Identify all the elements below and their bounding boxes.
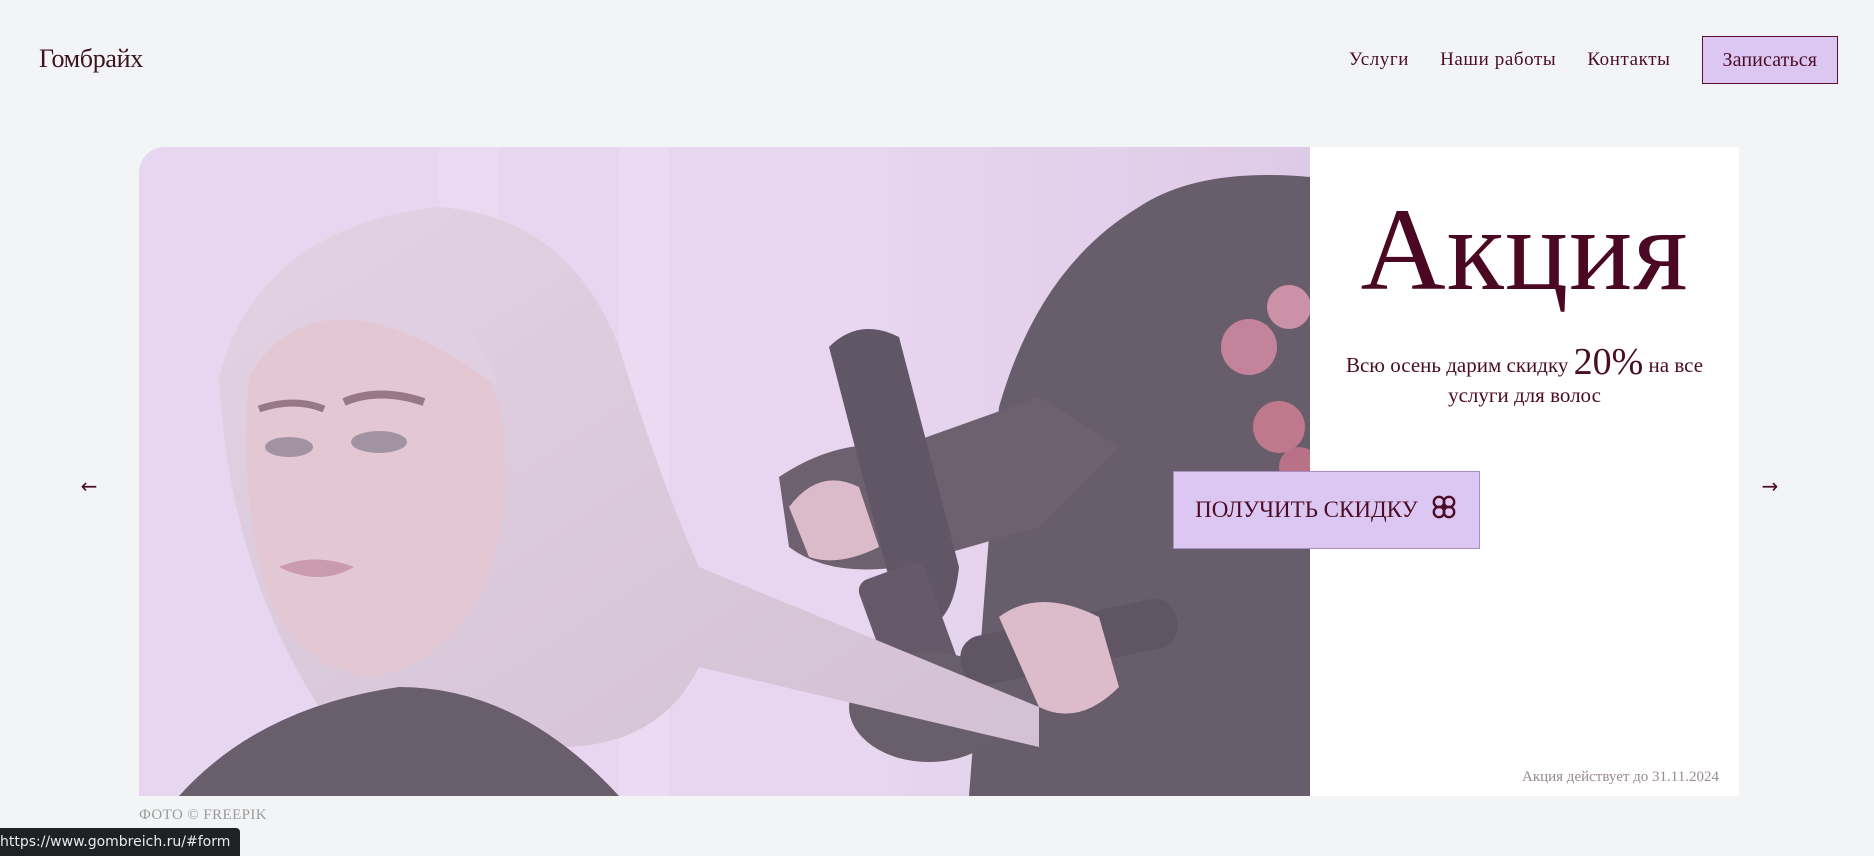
arrow-right-icon[interactable]: → xyxy=(1755,471,1785,501)
arrow-left-icon[interactable]: ← xyxy=(74,471,104,501)
promo-title: Акция xyxy=(1360,184,1689,315)
promo-validity: Акция действует до 31.11.2024 xyxy=(1521,769,1719,785)
nav-link-contacts[interactable]: Контакты xyxy=(1587,49,1670,71)
hairdresser-photo-illustration xyxy=(139,147,1310,796)
promo-text-before: Всю осень дарим скидку xyxy=(1345,353,1574,377)
photo-caption: ФОТО © FREEPIK xyxy=(139,807,268,823)
hero-photo xyxy=(139,147,1310,796)
site-logo[interactable]: Гомбрайх xyxy=(39,44,143,74)
nav-link-services[interactable]: Услуги xyxy=(1349,49,1409,71)
main-nav: Услуги Наши работы Контакты Записаться xyxy=(1349,36,1838,84)
promo-slide: Акция Всю осень дарим скидку 20% на все … xyxy=(139,147,1739,796)
promo-description: Всю осень дарим скидку 20% на все услуги… xyxy=(1330,343,1719,410)
browser-status-url: https://www.gombreich.ru/#form xyxy=(0,828,241,856)
flower-icon xyxy=(1430,493,1458,527)
nav-link-works[interactable]: Наши работы xyxy=(1440,49,1556,71)
signup-button[interactable]: Записаться xyxy=(1701,36,1838,84)
get-discount-button[interactable]: ПОЛУЧИТЬ СКИДКУ xyxy=(1173,471,1480,549)
get-discount-label: ПОЛУЧИТЬ СКИДКУ xyxy=(1195,497,1418,522)
promo-percent: 20% xyxy=(1573,341,1644,383)
